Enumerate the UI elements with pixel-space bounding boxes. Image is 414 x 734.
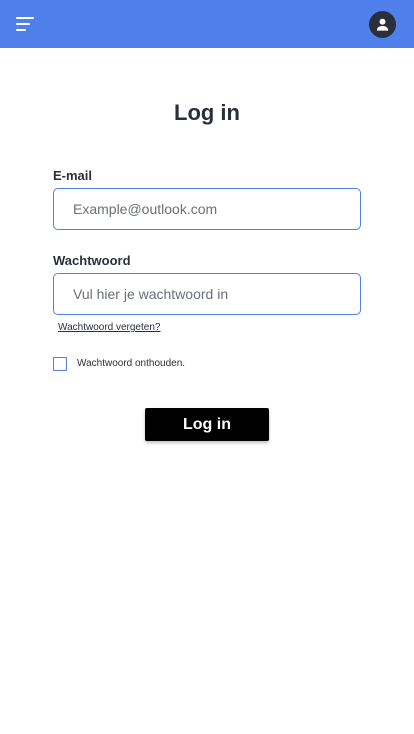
hamburger-icon: [16, 17, 34, 19]
top-app-bar: [0, 0, 414, 48]
account-button[interactable]: [369, 11, 396, 38]
remember-password-checkbox[interactable]: [53, 357, 67, 371]
forgot-password-link[interactable]: Wachtwoord vergeten?: [58, 322, 160, 333]
email-field[interactable]: [53, 188, 361, 230]
hamburger-icon-line: [16, 23, 30, 25]
page-title: Log in: [174, 100, 240, 125]
email-label: E-mail: [53, 168, 93, 183]
login-button[interactable]: Log in: [145, 408, 269, 441]
password-label: Wachtwoord: [53, 253, 131, 268]
remember-password-label: Wachtwoord onthouden.: [77, 358, 186, 369]
hamburger-icon-line: [16, 29, 26, 31]
user-icon: [376, 18, 389, 31]
password-field[interactable]: [53, 273, 361, 315]
menu-button[interactable]: [16, 16, 34, 32]
